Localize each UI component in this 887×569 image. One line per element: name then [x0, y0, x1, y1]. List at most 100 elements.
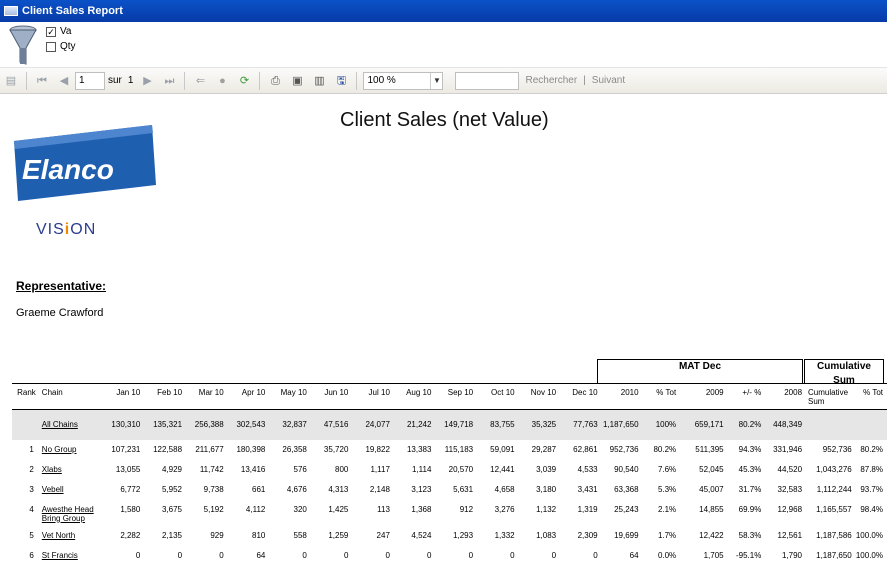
- table-cell: 80.2%: [653, 444, 677, 454]
- toolbar-separator: [356, 71, 358, 90]
- qty-checkbox-row[interactable]: Qty: [46, 41, 76, 52]
- first-page-icon[interactable]: ⏮: [34, 73, 50, 89]
- table-cell: 0: [510, 550, 515, 560]
- print-icon[interactable]: ⎙: [267, 73, 283, 89]
- table-cell: 12,561: [777, 530, 803, 540]
- table-cell: 4: [29, 504, 34, 514]
- table-cell: 211,677: [195, 444, 224, 454]
- value-checkbox-row[interactable]: ✓ Va: [46, 26, 72, 37]
- filter-funnel-icon[interactable]: [8, 24, 38, 66]
- table-cell: 26,358: [282, 444, 307, 454]
- table-body: All Chains 130,310 135,321 256,388 302,543 32…: [12, 409, 887, 566]
- table-cell: 2,282: [120, 530, 141, 540]
- table-cell: 115,183: [444, 444, 474, 454]
- table-cell: 3,180: [536, 484, 557, 494]
- export-icon[interactable]: 🖫: [333, 73, 349, 89]
- value-checkbox[interactable]: ✓: [46, 26, 56, 37]
- page-setup-icon[interactable]: ▥: [311, 73, 327, 89]
- table-cell: 59,091: [490, 444, 515, 454]
- column-header: Jul 10: [352, 383, 394, 410]
- find-link[interactable]: Rechercher: [525, 75, 577, 86]
- table-cell: 810: [252, 530, 266, 540]
- chain-link[interactable]: All Chains: [39, 409, 101, 440]
- table-cell: 558: [293, 530, 307, 540]
- table-cell: 1,580: [120, 504, 141, 514]
- table-cell: [12, 409, 40, 440]
- table-cell: 180,398: [236, 444, 266, 454]
- logo-text: Elanco: [22, 154, 114, 185]
- table-row: 4 Awesthe Head Bring Group 1,580 3,675 5,192…: [12, 500, 887, 526]
- table-cell: 83,755: [477, 409, 519, 440]
- table-cell: 1,187,586: [816, 530, 852, 540]
- table-cell: 511,395: [695, 444, 724, 454]
- vision-logo-part: ON: [70, 221, 97, 238]
- table-cell: 1,165,557: [816, 504, 852, 514]
- table-cell: 6: [29, 550, 34, 560]
- last-page-icon[interactable]: ⏭: [161, 73, 177, 89]
- table-cell: 1.7%: [657, 530, 677, 540]
- find-input[interactable]: [455, 71, 520, 90]
- table-cell: 576: [293, 464, 307, 474]
- back-icon[interactable]: ⇐: [192, 73, 208, 89]
- table-header-row: Rank Chain Jan 10 Feb 10 Mar 10 Apr 10 May 10 J…: [12, 383, 887, 410]
- chain-link[interactable]: Vet North: [40, 526, 101, 546]
- table-cell: 4,313: [328, 484, 349, 494]
- chain-link[interactable]: Awesthe Head Bring Group: [40, 500, 101, 526]
- chevron-down-icon[interactable]: ▼: [430, 72, 442, 89]
- table-cell: 107,231: [111, 444, 141, 454]
- zoom-select[interactable]: 100 % ▼: [363, 71, 444, 90]
- parameters-toggle-icon[interactable]: ▤: [3, 73, 19, 89]
- table-cell: 1,790: [781, 550, 803, 560]
- print-layout-icon[interactable]: ▣: [289, 73, 305, 89]
- table-cell: 19,699: [614, 530, 639, 540]
- table-cell: 13,383: [406, 444, 432, 454]
- find-next-link[interactable]: Suivant: [592, 75, 625, 86]
- table-cell: 113: [377, 504, 390, 514]
- table-cell: 2: [29, 464, 34, 474]
- chain-link[interactable]: No Group: [40, 440, 101, 460]
- table-cell: 21,242: [393, 409, 436, 440]
- table-cell: 13,055: [115, 464, 141, 474]
- column-header: Jun 10: [310, 383, 353, 410]
- vision-logo-part: VIS: [36, 221, 65, 238]
- previous-page-icon[interactable]: ◀: [56, 73, 72, 89]
- table-cell: 912: [459, 504, 474, 514]
- table-cell: 0.0%: [657, 550, 677, 560]
- table-cell: 100%: [642, 409, 681, 440]
- table-cell: 0: [551, 550, 557, 560]
- table-cell: 47,516: [310, 409, 353, 440]
- column-header: Sep 10: [435, 383, 478, 410]
- table-cell: 331,946: [773, 444, 803, 454]
- chain-link[interactable]: St Francis: [40, 546, 101, 566]
- table-cell: 7.6%: [657, 464, 677, 474]
- table-cell: 5: [29, 530, 34, 540]
- table-cell: 1,112,244: [816, 484, 852, 494]
- table-cell: 4,533: [577, 464, 598, 474]
- table-cell: 3,431: [577, 484, 598, 494]
- qty-checkbox[interactable]: [46, 41, 56, 52]
- table-cell: 2,135: [161, 530, 183, 540]
- value-checkbox-label: Va: [60, 26, 72, 37]
- table-cell: 45.3%: [738, 464, 762, 474]
- table-cell: 80.2%: [860, 444, 883, 454]
- table-cell: 135,321: [144, 409, 187, 440]
- refresh-icon[interactable]: ⟳: [236, 73, 252, 89]
- next-page-icon[interactable]: ▶: [139, 73, 155, 89]
- table-cell: 1,425: [328, 504, 349, 514]
- table-cell: 5,631: [453, 484, 474, 494]
- stop-icon[interactable]: ●: [214, 73, 230, 89]
- page-number-input[interactable]: [75, 71, 105, 90]
- table-cell: 58.3%: [738, 530, 762, 540]
- table-cell: 77,763: [560, 409, 602, 440]
- table-cell: 31.7%: [738, 484, 762, 494]
- table-cell: 93.7%: [860, 484, 883, 494]
- cumulative-group-header: Cumulative Sum: [804, 359, 884, 386]
- chain-link[interactable]: Vebell: [40, 480, 101, 500]
- column-header: +/- %: [727, 383, 766, 410]
- table-cell: 1,187,650: [601, 409, 643, 440]
- column-header: Apr 10: [227, 383, 270, 410]
- column-header: Jan 10: [100, 383, 145, 410]
- table-cell: 1,293: [453, 530, 474, 540]
- table-cell: 448,349: [765, 409, 807, 440]
- chain-link[interactable]: Xlabs: [40, 460, 101, 480]
